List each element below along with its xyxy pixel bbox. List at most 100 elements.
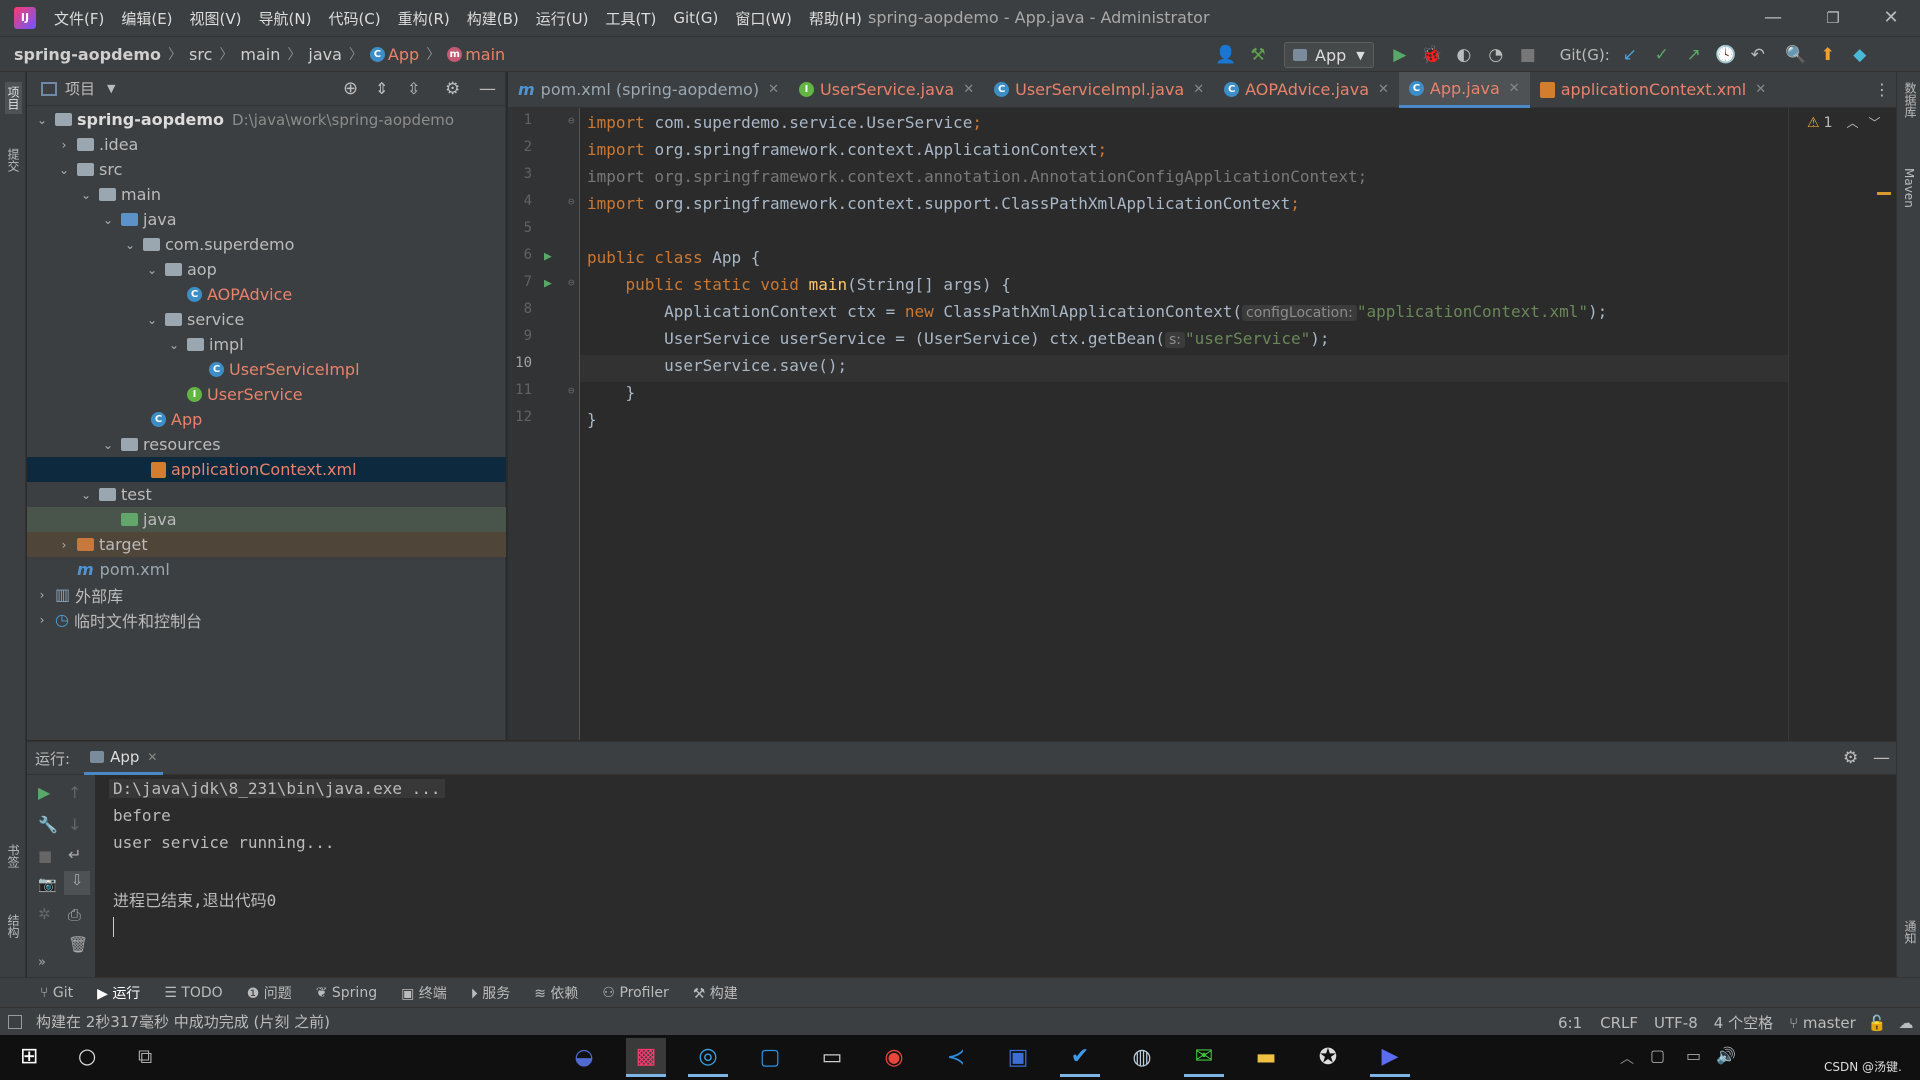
close-icon[interactable]: ✕	[1755, 82, 1766, 97]
more-icon[interactable]: »	[38, 955, 46, 970]
chevron-down-icon[interactable]: ⌄	[101, 213, 115, 227]
chevron-down-icon[interactable]: ⌄	[123, 238, 137, 252]
jetbrains-toolbox-icon[interactable]: ◆	[1848, 43, 1872, 67]
file-encoding[interactable]: UTF-8	[1654, 1014, 1698, 1032]
project-panel-title[interactable]: 项目	[65, 78, 95, 99]
git-push-icon[interactable]: ↗	[1682, 43, 1706, 67]
tray-icon[interactable]: ▢	[1650, 1046, 1665, 1065]
history-icon[interactable]: 🕓	[1714, 43, 1738, 67]
arrow-up-icon[interactable]: ↑	[68, 783, 81, 802]
menu-edit[interactable]: 编辑(E)	[121, 8, 172, 29]
structure-tool-tab[interactable]: 结构	[5, 914, 22, 938]
run-config-select[interactable]: App ▼	[1284, 42, 1374, 68]
menu-navigate[interactable]: 导航(N)	[259, 8, 312, 29]
chevron-right-icon[interactable]: ›	[35, 613, 49, 627]
warning-marker[interactable]	[1877, 192, 1891, 195]
tab-aopadvice[interactable]: C AOPAdvice.java ✕	[1214, 72, 1399, 108]
chevron-right-icon[interactable]: ›	[57, 138, 71, 152]
tree-item-scratches[interactable]: › ◷ 临时文件和控制台	[27, 607, 506, 632]
search-icon[interactable]: ○	[78, 1044, 96, 1068]
user-icon[interactable]: 👤	[1214, 43, 1238, 67]
taskbar-visio-icon[interactable]: ▣	[998, 1038, 1038, 1077]
tree-item-project-root[interactable]: ⌄ spring-aopdemo D:\java\work\spring-aop…	[27, 107, 506, 132]
commit-tool-tab[interactable]: 提交	[5, 148, 22, 172]
tool-tab-profiler[interactable]: ⚇ Profiler	[602, 985, 668, 1001]
close-icon[interactable]: ✕	[1193, 82, 1204, 97]
tree-item-target[interactable]: › target	[27, 532, 506, 557]
tree-item-package[interactable]: ⌄ com.superdemo	[27, 232, 506, 257]
git-commit-icon[interactable]: ✓	[1650, 43, 1674, 67]
cloud-icon[interactable]: ☁	[1898, 1014, 1913, 1032]
camera-icon[interactable]: 📷	[38, 875, 57, 893]
menu-build[interactable]: 构建(B)	[467, 8, 519, 29]
expand-all-icon[interactable]: ⇕	[375, 79, 388, 98]
menu-code[interactable]: 代码(C)	[328, 8, 380, 29]
tray-network-icon[interactable]: ▭	[1686, 1046, 1701, 1065]
locate-icon[interactable]: ⊕	[343, 78, 358, 99]
tool-tab-spring[interactable]: ❦ Spring	[316, 985, 377, 1001]
close-icon[interactable]: ✕	[963, 82, 974, 97]
cursor-position[interactable]: 6:1	[1558, 1014, 1582, 1032]
taskbar-terminal-icon[interactable]: ▭	[812, 1038, 852, 1077]
tree-item-test-java[interactable]: java	[27, 507, 506, 532]
chevron-down-icon[interactable]: ⌄	[145, 313, 159, 327]
taskbar-explorer-icon[interactable]: ▬	[1246, 1038, 1286, 1077]
tree-item-app[interactable]: C App	[27, 407, 506, 432]
intellij-logo-icon[interactable]: IJ	[14, 7, 36, 29]
lock-icon[interactable]: 🔓	[1868, 1014, 1887, 1032]
stop-icon[interactable]: ■	[1516, 43, 1540, 67]
breadcrumb-src[interactable]: src	[189, 45, 212, 64]
menu-window[interactable]: 窗口(W)	[735, 8, 792, 29]
tool-tab-terminal[interactable]: ▣ 终端	[401, 983, 447, 1003]
indent-setting[interactable]: 4 个空格	[1714, 1012, 1773, 1033]
breadcrumb-app[interactable]: App	[388, 45, 419, 64]
tool-tab-build[interactable]: ⚒ 构建	[693, 983, 738, 1003]
chevron-down-icon[interactable]: ▼	[107, 82, 115, 95]
breadcrumb-main[interactable]: main	[240, 45, 280, 64]
build-hammer-icon[interactable]: ⚒	[1246, 43, 1270, 67]
tool-tab-run[interactable]: ▶ 运行	[97, 983, 140, 1003]
chevron-right-icon[interactable]: ›	[35, 588, 49, 602]
windows-start-icon[interactable]: ⊞	[20, 1044, 38, 1069]
status-message[interactable]: 构建在 2秒317毫秒 中成功完成 (片刻 之前)	[36, 1011, 330, 1032]
wrench-icon[interactable]: 🔧	[38, 815, 58, 834]
chevron-down-icon[interactable]: ⌄	[79, 488, 93, 502]
breadcrumb-method-main[interactable]: main	[465, 45, 505, 64]
fold-icon[interactable]: ⊖	[568, 195, 575, 208]
rollback-icon[interactable]: ↶	[1746, 43, 1770, 67]
chevron-down-icon[interactable]: ⌄	[101, 438, 115, 452]
tool-tab-todo[interactable]: ☰ TODO	[164, 985, 222, 1001]
tree-item-test[interactable]: ⌄ test	[27, 482, 506, 507]
git-branch[interactable]: ⑂ master	[1789, 1014, 1856, 1032]
coverage-icon[interactable]: ◐	[1452, 43, 1476, 67]
taskbar-eclipse-icon[interactable]: ◒	[564, 1038, 604, 1077]
tree-item-java[interactable]: ⌄ java	[27, 207, 506, 232]
menu-view[interactable]: 视图(V)	[190, 8, 242, 29]
tray-chevron-icon[interactable]: ︿	[1620, 1048, 1634, 1068]
taskbar-todo-icon[interactable]: ✔	[1060, 1038, 1100, 1077]
chevron-up-icon[interactable]: ︿	[1846, 114, 1858, 131]
console-command[interactable]: D:\java\jdk\8_231\bin\java.exe ...	[109, 779, 445, 798]
notifications-tool-tab[interactable]: 通知	[1902, 920, 1919, 944]
chevron-down-icon[interactable]: ⌄	[79, 188, 93, 202]
chevron-right-icon[interactable]: ›	[57, 538, 71, 552]
tree-item-aop[interactable]: ⌄ aop	[27, 257, 506, 282]
chevron-down-icon[interactable]: ⌄	[57, 163, 71, 177]
tab-applicationcontext[interactable]: applicationContext.xml ✕	[1530, 72, 1776, 108]
taskbar-player-icon[interactable]: ▶	[1370, 1038, 1410, 1077]
tab-userservice[interactable]: I UserService.java ✕	[789, 72, 984, 108]
tool-tab-problems[interactable]: ❶ 问题	[247, 983, 292, 1003]
tree-item-aopadvice[interactable]: C AOPAdvice	[27, 282, 506, 307]
chevron-down-icon[interactable]: ⌄	[167, 338, 181, 352]
taskbar-edge-icon[interactable]: ◎	[688, 1038, 728, 1077]
close-icon[interactable]: ✕	[147, 750, 157, 764]
menu-help[interactable]: 帮助(H)	[809, 8, 862, 29]
tree-item-userserviceimpl[interactable]: C UserServiceImpl	[27, 357, 506, 382]
taskbar-steam-icon[interactable]: ◍	[1122, 1038, 1162, 1077]
menu-tools[interactable]: 工具(T)	[605, 8, 656, 29]
restore-button[interactable]: ❐	[1814, 4, 1852, 32]
gear-icon[interactable]: ⚙	[445, 79, 460, 99]
menu-file[interactable]: 文件(F)	[54, 8, 104, 29]
database-tool-tab[interactable]: 数据库	[1902, 82, 1919, 118]
search-icon[interactable]: 🔍	[1784, 43, 1808, 67]
